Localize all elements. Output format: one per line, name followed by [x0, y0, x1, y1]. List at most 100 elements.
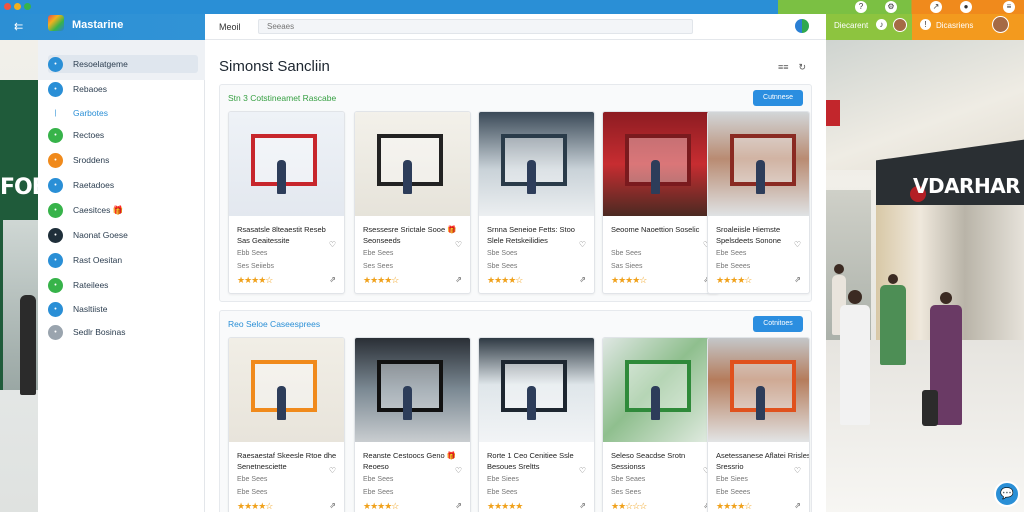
sidebar-item-8[interactable]: • Rast Oesitan	[48, 251, 198, 269]
share-icon[interactable]: ⇗	[794, 501, 801, 510]
header-link-a[interactable]: Diecarent	[834, 21, 868, 30]
sidebar-item-0[interactable]: • Resoelatgeme	[48, 55, 198, 73]
card-meta-secondary: Ses Sees	[363, 263, 393, 270]
notification-icon[interactable]: ●	[960, 1, 972, 13]
product-card[interactable]: Rsasatsle 8lteaestit Reseb Sas Geaitessi…	[228, 111, 345, 294]
card-meta-secondary: Ses Seiiebs	[237, 263, 274, 270]
card-meta: Ebe Siees	[716, 476, 748, 483]
favorite-icon[interactable]: ♡	[794, 466, 801, 475]
bell-icon[interactable]: ♪	[876, 19, 887, 30]
card-name: Srnna Seneioe Fetts: Stoo Slele Retskeil…	[487, 225, 575, 245]
rating-stars: ★★★★★	[487, 501, 523, 511]
person-figure	[756, 160, 765, 194]
brand-logo-icon[interactable]	[795, 19, 809, 33]
share-icon[interactable]: ⇗	[329, 275, 336, 284]
card-meta-secondary: Ebe Sees	[363, 489, 394, 496]
list-view-icon[interactable]: ≡≡	[778, 62, 789, 73]
product-card[interactable]: Seoome Naoettion Soselic Sbe Sees Sas Siee…	[602, 111, 719, 294]
store-photo	[603, 338, 718, 442]
share-icon[interactable]: ⇗	[579, 501, 586, 510]
product-card[interactable]: Rorte 1 Ceo Cenitiee Ssle Besoues Sreltt…	[478, 337, 595, 512]
product-card[interactable]: Srnna Seneioe Fetts: Stoo Slele Retskeil…	[478, 111, 595, 294]
menu-icon[interactable]: ≡	[1003, 1, 1015, 13]
share-icon[interactable]: ⇗	[329, 501, 336, 510]
favorite-icon[interactable]: ♡	[329, 240, 336, 249]
alert-icon[interactable]: !	[920, 19, 931, 30]
sidebar-item-1[interactable]: • Rebaoes	[48, 80, 198, 98]
sidebar-item-6[interactable]: • Caesitces 🎁	[48, 201, 198, 219]
settings-icon[interactable]: ⚙	[885, 1, 897, 13]
favorite-icon[interactable]: ♡	[455, 466, 462, 475]
card-meta-secondary: Sas Siees	[611, 263, 643, 270]
product-card[interactable]: Reanste Cestoocs Geno 🎁 Reoeso Ebe Sees Eb…	[354, 337, 471, 512]
store-photo	[355, 338, 470, 442]
rating-stars: ★★★★☆	[237, 501, 273, 511]
section-action-button[interactable]: Cutnnese	[753, 90, 803, 106]
sidebar-item-11[interactable]: • Sedlr Bosinas	[48, 323, 198, 341]
refresh-icon[interactable]: ↻	[799, 62, 807, 73]
product-card[interactable]: Raesaestaf Skeesle Rtoe dhe Senetnesciet…	[228, 337, 345, 512]
search-input[interactable]	[258, 19, 693, 34]
user-avatar-small[interactable]	[893, 18, 907, 32]
card-name: Rsasatsle 8lteaestit Reseb Sas Geaitessi…	[237, 225, 326, 245]
product-card[interactable]: Seleso Seacdse Srotn Sessionss Sbe Seaes S…	[602, 337, 719, 512]
card-meta: Sbe Sees	[611, 250, 642, 257]
sidebar-item-label: Rectoes	[73, 130, 105, 140]
person-figure	[651, 386, 660, 420]
person-figure	[527, 386, 536, 420]
favorite-icon[interactable]: ♡	[455, 240, 462, 249]
share-icon[interactable]: ⇗	[455, 275, 462, 284]
card-meta-secondary: Sbe Sees	[487, 263, 518, 270]
product-card[interactable]: Rsessesre Srictale Sooe 🎁 Seonseeds Ebe S…	[354, 111, 471, 294]
sidebar-item-3[interactable]: • Rectoes	[48, 126, 198, 144]
card-meta: Ebe Sees	[363, 250, 394, 257]
card-meta: Ebe Sees	[363, 476, 394, 483]
maximize-dot[interactable]	[24, 3, 31, 10]
hamburger-icon[interactable]: ⇇	[14, 20, 23, 33]
rating-stars: ★★★★☆	[716, 275, 752, 285]
shop-icon: •	[48, 227, 63, 243]
card-name: Reanste Cestoocs Geno 🎁 Reoeso	[363, 451, 457, 471]
sidebar-item-label: Rebaoes	[73, 84, 108, 94]
sidebar-item-5[interactable]: • Raetadoes	[48, 176, 198, 194]
card-meta-secondary: Ebe Seees	[716, 263, 751, 270]
rating-stars: ★★★★☆	[487, 275, 523, 285]
header-link-b[interactable]: Dicasriens	[936, 21, 973, 30]
minimize-dot[interactable]	[14, 3, 21, 10]
share-icon[interactable]: ⇗	[455, 501, 462, 510]
section-action-button[interactable]: Cotnitoes	[753, 316, 803, 332]
sidebar-item-7[interactable]: • Naonat Goese	[48, 226, 198, 244]
product-card[interactable]: Sroaleiisle Hiemste Spelsdeets Sonone Ebe…	[707, 111, 810, 294]
chat-support-button[interactable]: 💬	[994, 481, 1020, 507]
sidebar-item-4[interactable]: • Sroddens	[48, 151, 198, 169]
window-controls	[4, 3, 31, 10]
favorite-icon[interactable]: ♡	[579, 240, 586, 249]
person-figure	[651, 160, 660, 194]
search-label: Meoil	[219, 22, 241, 32]
favorite-icon[interactable]: ♡	[329, 466, 336, 475]
share-icon[interactable]: ⇗	[579, 275, 586, 284]
share-icon[interactable]: ↗	[930, 1, 942, 13]
help-icon[interactable]: ?	[855, 1, 867, 13]
sidebar-item-9[interactable]: • Rateilees	[48, 276, 198, 294]
play-icon: •	[48, 127, 63, 143]
favorite-icon[interactable]: ♡	[579, 466, 586, 475]
card-meta-secondary: Ses Sees	[611, 489, 641, 496]
person-figure	[277, 160, 286, 194]
sidebar-item-10[interactable]: • Nasltiiste	[48, 300, 198, 318]
close-dot[interactable]	[4, 3, 11, 10]
app-logo-icon[interactable]	[48, 15, 64, 31]
sidebar-item-label: Raetadoes	[73, 180, 115, 190]
settings-icon: •	[48, 324, 63, 340]
sidebar-item-2[interactable]: | Garbotes	[48, 104, 198, 122]
rating-stars: ★★★★☆	[363, 275, 399, 285]
favorite-icon[interactable]: ♡	[794, 240, 801, 249]
user-avatar[interactable]	[992, 16, 1009, 33]
product-card[interactable]: Asetessanese Aflatei Rrisles Sressrio Ebe…	[707, 337, 810, 512]
card-name: Rorte 1 Ceo Cenitiee Ssle Besoues Sreltt…	[487, 451, 574, 471]
background-mall-right: VDARHAR	[826, 40, 1024, 512]
card-meta-secondary: Ebe Seees	[716, 489, 751, 496]
flame-icon: •	[48, 152, 63, 168]
card-meta: Ebe Sees	[237, 476, 268, 483]
share-icon[interactable]: ⇗	[794, 275, 801, 284]
